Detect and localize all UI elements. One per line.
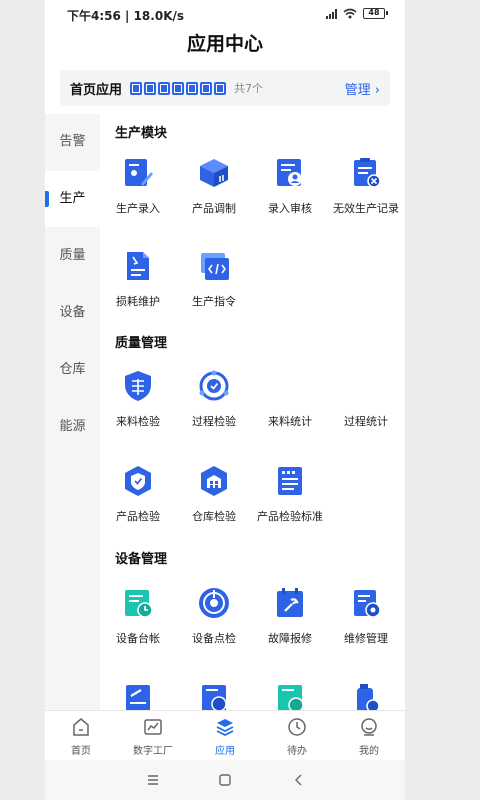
section-title-equipment: 设备管理 [115, 552, 168, 567]
power-target-icon [199, 588, 229, 618]
sidebar-item-alarm[interactable]: 告警 [45, 114, 100, 170]
mini-app-icon [186, 81, 199, 95]
wifi-icon [343, 8, 357, 19]
phone-screen: 下午4:56 | 18.0K/s 48 应用中心 首页应用 共7个 管理 › 告… [45, 0, 405, 800]
clipboard-x-icon [354, 158, 381, 188]
bottom-tab-bar: 首页 数字工厂 应用 待办 我的 [45, 710, 405, 760]
app-warehouse-inspection[interactable]: 仓库检验 [176, 464, 252, 524]
app-maintenance-management[interactable]: 维修管理 [328, 586, 404, 646]
production-entry-icon [125, 159, 153, 186]
section-title-production: 生产模块 [115, 126, 168, 141]
warehouse-icon [201, 466, 227, 496]
sidebar-item-warehouse[interactable]: 仓库 [45, 342, 100, 398]
app-production-instruction[interactable]: 生产指令 [176, 249, 252, 309]
category-sidebar: 告警 生产 质量 设备 仓库 能源 [45, 114, 100, 714]
app-equipment-spot-check[interactable]: 设备点检 [176, 586, 252, 646]
section-title-quality: 质量管理 [115, 336, 168, 351]
layers-icon [216, 719, 234, 737]
app-partial-1[interactable] [100, 682, 176, 710]
app-incoming-statistics[interactable]: 来料统计 [252, 369, 328, 429]
menu-icon[interactable] [143, 770, 163, 790]
home-square-icon[interactable] [215, 770, 235, 790]
app-fault-repair[interactable]: 故障报修 [252, 586, 328, 646]
home-apps-label: 首页应用 [70, 82, 123, 98]
shield-icon [125, 371, 151, 401]
chart-icon [144, 719, 162, 735]
incoming-statistics-icon [273, 369, 307, 403]
clock-icon [288, 718, 306, 736]
mini-app-icon [214, 81, 227, 95]
app-product-inspection[interactable]: 产品检验 [100, 464, 176, 524]
app-process-statistics[interactable]: 过程统计 [328, 369, 404, 429]
ledger-clock-icon [125, 590, 153, 618]
app-partial-3[interactable] [252, 682, 328, 710]
wrench-document-icon [126, 685, 150, 710]
mini-app-icon [144, 81, 157, 95]
status-time: 下午4:56 | 18.0K/s [67, 9, 185, 23]
battery-icon: 48 [363, 8, 388, 19]
maintenance-gear-icon [354, 590, 381, 618]
manage-button[interactable]: 管理 › [345, 79, 380, 98]
app-partial-2[interactable] [176, 682, 252, 710]
status-icons: 48 [326, 8, 388, 19]
app-product-blending[interactable]: 产品调制 [176, 156, 252, 216]
home-apps-bar[interactable]: 首页应用 共7个 管理 › [60, 70, 390, 106]
mini-app-icon [172, 81, 185, 95]
play-document-icon [278, 685, 304, 710]
app-production-entry[interactable]: 生产录入 [100, 156, 176, 216]
power-document-icon [202, 685, 227, 710]
app-invalid-production-record[interactable]: 无效生产记录 [328, 156, 404, 216]
tab-todo[interactable]: 待办 [261, 711, 333, 760]
document-icon [127, 252, 149, 280]
tab-apps[interactable]: 应用 [189, 711, 261, 760]
app-partial-4[interactable] [328, 682, 404, 710]
process-statistics-icon [349, 369, 383, 403]
cycle-check-icon [199, 370, 229, 401]
review-icon [277, 159, 302, 186]
mini-app-icon [158, 81, 171, 95]
user-face-icon [361, 718, 377, 736]
back-icon[interactable] [289, 770, 309, 790]
app-equipment-ledger[interactable]: 设备台帐 [100, 586, 176, 646]
page-title: 应用中心 [186, 33, 263, 55]
tab-digital-factory[interactable]: 数字工厂 [117, 711, 189, 760]
sidebar-item-energy[interactable]: 能源 [45, 399, 100, 455]
app-product-inspection-standard[interactable]: 产品检验标准 [252, 464, 328, 524]
app-loss-maintenance[interactable]: 损耗维护 [100, 249, 176, 309]
code-window-icon [201, 253, 229, 280]
app-incoming-inspection[interactable]: 来料检验 [100, 369, 176, 429]
mini-app-icon [130, 81, 143, 95]
mini-app-icon [200, 81, 213, 95]
oil-can-icon [357, 684, 380, 710]
sidebar-item-quality[interactable]: 质量 [45, 228, 100, 284]
home-apps-icons [130, 81, 227, 95]
app-process-inspection[interactable]: 过程检验 [176, 369, 252, 429]
tab-home[interactable]: 首页 [45, 711, 117, 760]
shield-check-icon [125, 466, 151, 496]
status-bar: 下午4:56 | 18.0K/s 48 [45, 0, 405, 30]
wrench-calendar-icon [277, 588, 303, 617]
list-document-icon [278, 467, 302, 495]
sidebar-item-production[interactable]: 生产 [45, 171, 100, 227]
signal-icon [326, 8, 337, 19]
box-icon [200, 159, 228, 187]
tab-mine[interactable]: 我的 [333, 711, 405, 760]
sidebar-item-equipment[interactable]: 设备 [45, 285, 100, 341]
home-icon [73, 718, 89, 736]
home-apps-count: 共7个 [234, 82, 264, 95]
app-grid: 生产模块 生产录入 产品调制 录入审核 无效生产记录 损耗维护 生产指令 质量管… [100, 114, 405, 710]
app-entry-review[interactable]: 录入审核 [252, 156, 328, 216]
system-nav-bar [45, 760, 405, 800]
